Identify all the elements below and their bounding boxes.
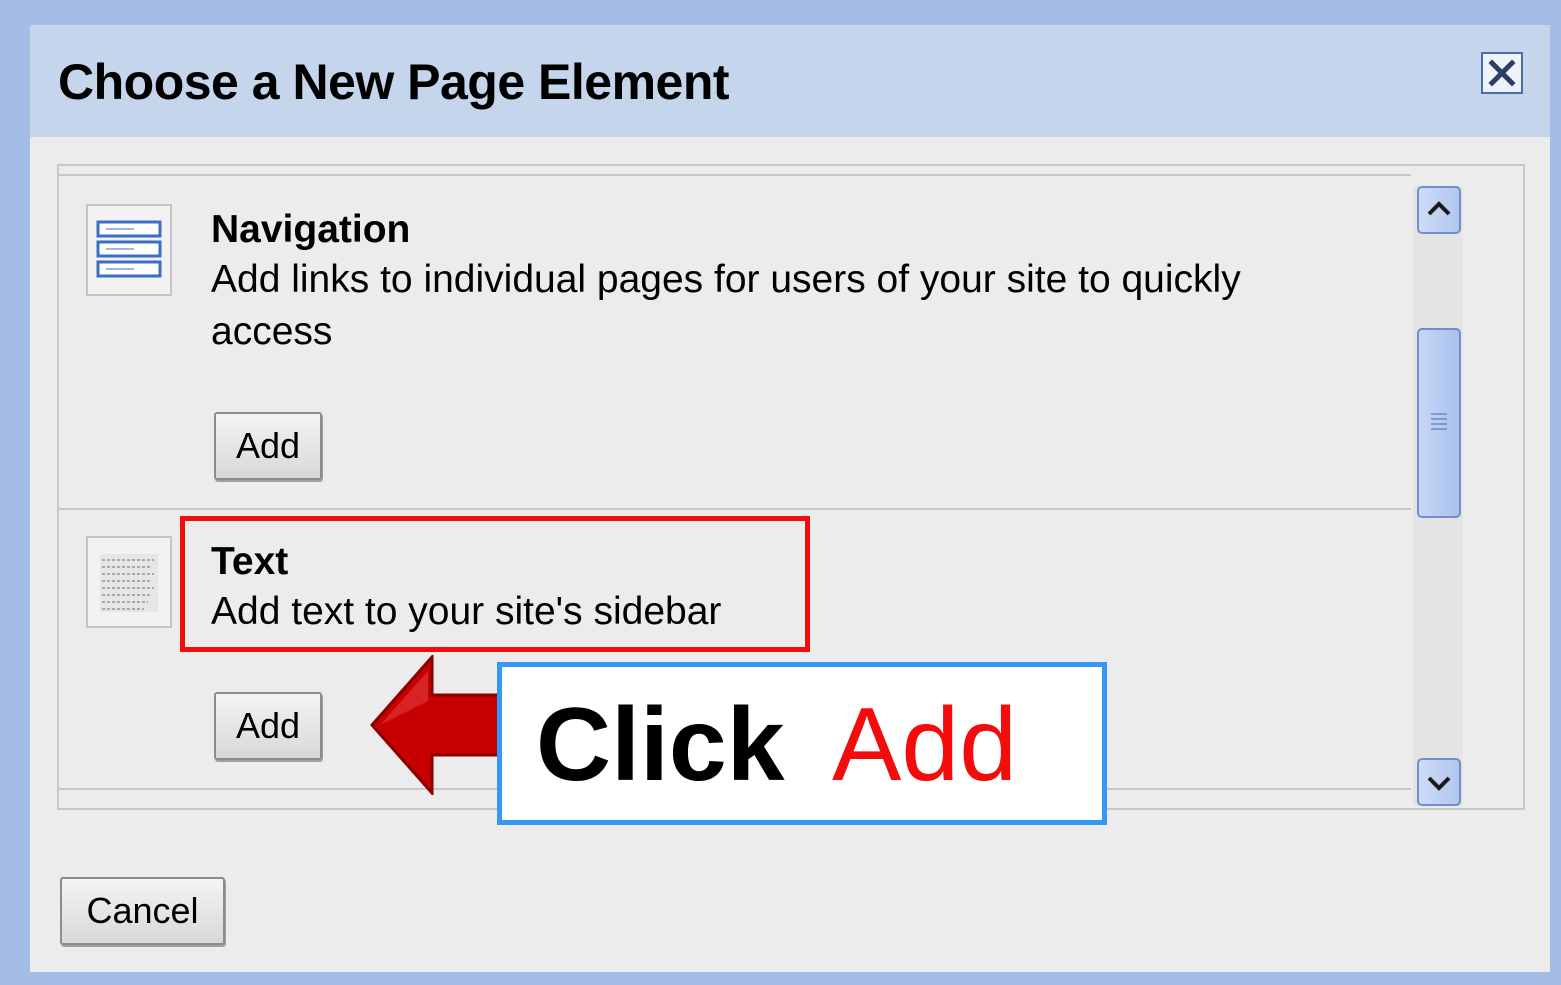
callout-add-text: Add: [832, 687, 1018, 803]
item-description: Add links to individual pages for users …: [211, 258, 1241, 353]
callout-click-text: Click: [536, 687, 785, 803]
navigation-icon: [86, 204, 172, 296]
chevron-up-icon[interactable]: [1417, 186, 1461, 234]
click-add-callout: Click Add: [497, 662, 1107, 825]
cancel-button[interactable]: Cancel: [60, 877, 225, 945]
chevron-down-icon[interactable]: [1417, 758, 1461, 806]
page-element-dialog: Choose a New Page Element Navigation Add…: [30, 25, 1550, 972]
highlight-box: [180, 516, 810, 652]
list-item-navigation: Navigation Add links to individual pages…: [59, 176, 1411, 510]
add-navigation-button[interactable]: Add: [214, 412, 322, 480]
item-title: Navigation: [211, 208, 411, 251]
dialog-title: Choose a New Page Element: [58, 54, 730, 110]
scrollbar-thumb[interactable]: [1417, 328, 1461, 518]
left-arrow-icon: [370, 655, 510, 795]
vertical-scrollbar[interactable]: [1413, 186, 1463, 806]
text-icon: [86, 536, 172, 628]
add-text-button[interactable]: Add: [214, 692, 322, 760]
close-icon[interactable]: [1481, 52, 1523, 94]
dialog-titlebar: Choose a New Page Element: [30, 25, 1550, 137]
